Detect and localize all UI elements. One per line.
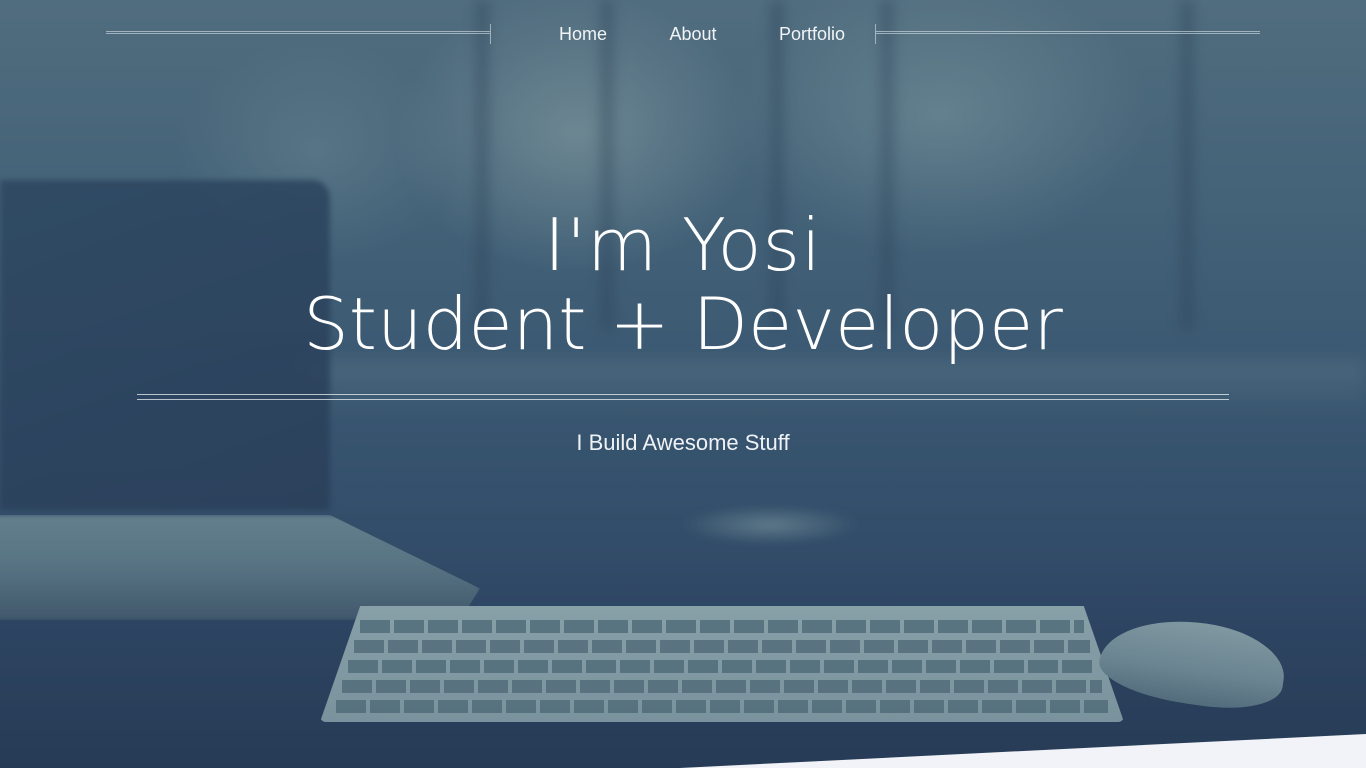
hero-divider (137, 394, 1229, 400)
nav-line-right (876, 31, 1260, 34)
nav-items: Home About Portfolio (529, 20, 875, 48)
nav-line-left (106, 31, 490, 34)
hero-section: Home About Portfolio I'm Yosi Student + … (0, 0, 1366, 768)
hero-title-line1: I'm Yosi (543, 203, 823, 287)
nav-link-home[interactable]: Home (529, 20, 637, 48)
nav-link-portfolio[interactable]: Portfolio (749, 20, 875, 48)
background-overlay (0, 0, 1366, 768)
hero-title: I'm Yosi Student + Developer (0, 200, 1366, 366)
nav-link-about[interactable]: About (639, 20, 746, 48)
hero-tagline: I Build Awesome Stuff (576, 430, 790, 455)
nav-tick-left (490, 24, 491, 44)
top-nav: Home About Portfolio (0, 0, 1366, 66)
hero-title-line2: Student + Developer (303, 282, 1063, 366)
nav-tick-right (875, 24, 876, 44)
